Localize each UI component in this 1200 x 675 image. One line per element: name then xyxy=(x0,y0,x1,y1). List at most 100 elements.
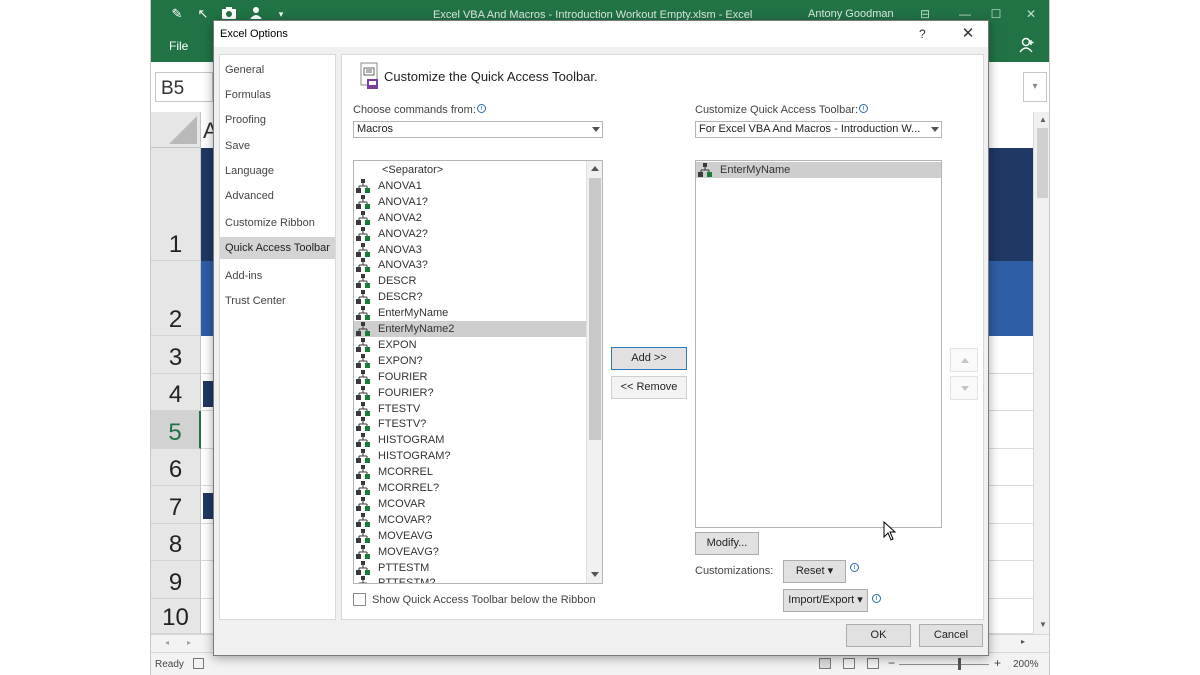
hscroll-right-icon[interactable]: ▸ xyxy=(1021,637,1025,646)
command-list-item[interactable]: EXPON? xyxy=(354,353,586,369)
commands-scroll-thumb[interactable] xyxy=(589,178,601,440)
row-header[interactable]: 7 xyxy=(151,486,201,524)
nav-item-formulas[interactable]: Formulas xyxy=(220,84,335,106)
nav-item-quick-access-toolbar[interactable]: Quick Access Toolbar xyxy=(220,237,335,259)
command-list-item[interactable]: HISTOGRAM? xyxy=(354,448,586,464)
command-list-item[interactable]: HISTOGRAM xyxy=(354,432,586,448)
row-header[interactable]: 6 xyxy=(151,449,201,486)
show-below-ribbon-checkbox[interactable] xyxy=(353,593,366,606)
command-list-item[interactable]: FTESTV xyxy=(354,401,586,417)
formula-bar-expand-icon[interactable]: ▾ xyxy=(1023,72,1047,102)
name-box[interactable]: B5 xyxy=(155,72,213,102)
command-list-item[interactable]: ANOVA1? xyxy=(354,194,586,210)
nav-item-language[interactable]: Language xyxy=(220,160,335,182)
nav-item-advanced[interactable]: Advanced xyxy=(220,185,335,207)
qat-commands-list[interactable]: EnterMyName xyxy=(695,160,942,528)
commands-scrollbar[interactable] xyxy=(586,161,602,583)
page-layout-view-icon[interactable] xyxy=(843,658,855,669)
remove-button[interactable]: << Remove xyxy=(611,376,687,399)
row-header[interactable]: 3 xyxy=(151,336,201,374)
share-person-icon[interactable] xyxy=(1019,37,1037,55)
zoom-slider[interactable] xyxy=(899,664,989,665)
user-name[interactable]: Antony Goodman xyxy=(808,8,894,20)
brush-icon[interactable]: ✎ xyxy=(169,6,185,22)
page-break-view-icon[interactable] xyxy=(867,658,879,669)
command-list-item[interactable]: EnterMyName xyxy=(354,305,586,321)
row-header[interactable]: 1 xyxy=(151,148,201,261)
info-icon[interactable]: i xyxy=(850,563,859,572)
command-list-item[interactable]: PTTESTM? xyxy=(354,575,586,583)
command-list-item[interactable]: MCORREL xyxy=(354,464,586,480)
show-below-ribbon-label[interactable]: Show Quick Access Toolbar below the Ribb… xyxy=(372,594,596,606)
sheet-next-icon[interactable]: ▸ xyxy=(187,638,191,647)
command-list-item[interactable]: ANOVA3? xyxy=(354,257,586,273)
choose-commands-dropdown[interactable]: Macros xyxy=(353,121,603,138)
qat-list-item[interactable]: EnterMyName xyxy=(696,162,941,178)
command-list-item[interactable]: ANOVA1 xyxy=(354,178,586,194)
row-header[interactable]: 9 xyxy=(151,561,201,599)
command-list-item[interactable]: FOURIER xyxy=(354,369,586,385)
maximize-icon[interactable]: ☐ xyxy=(987,5,1005,23)
zoom-out-icon[interactable]: − xyxy=(888,656,895,670)
row-header[interactable]: 8 xyxy=(151,524,201,561)
help-icon[interactable]: ? xyxy=(919,27,926,41)
command-list-item[interactable]: ANOVA3 xyxy=(354,242,586,258)
scroll-down-icon[interactable] xyxy=(591,572,599,577)
row-header[interactable]: 10 xyxy=(151,599,201,634)
zoom-in-icon[interactable]: + xyxy=(994,656,1001,670)
info-icon[interactable]: i xyxy=(476,104,486,113)
row-header[interactable]: 4 xyxy=(151,374,201,411)
command-list-item[interactable]: ANOVA2? xyxy=(354,226,586,242)
info-icon[interactable]: i xyxy=(872,594,881,603)
command-list-item[interactable]: MCORREL? xyxy=(354,480,586,496)
command-list-item[interactable]: FOURIER? xyxy=(354,385,586,401)
nav-item-proofing[interactable]: Proofing xyxy=(220,109,335,131)
info-icon[interactable]: i xyxy=(859,104,869,113)
customize-qat-dropdown[interactable]: For Excel VBA And Macros - Introduction … xyxy=(695,121,942,138)
macro-record-icon[interactable] xyxy=(193,658,204,669)
command-list-item[interactable]: EXPON xyxy=(354,337,586,353)
command-list-item[interactable]: MOVEAVG? xyxy=(354,544,586,560)
normal-view-icon[interactable] xyxy=(819,658,831,669)
command-list-item[interactable]: PTTESTM xyxy=(354,560,586,576)
command-list-item[interactable]: MCOVAR xyxy=(354,496,586,512)
command-list-item[interactable]: DESCR? xyxy=(354,289,586,305)
import-export-button[interactable]: Import/Export ▾ xyxy=(783,589,868,612)
move-up-button[interactable] xyxy=(950,348,978,372)
command-list-item[interactable]: <Separator> xyxy=(354,162,586,178)
row-header[interactable]: 5 xyxy=(151,411,201,449)
commands-list[interactable]: <Separator> ANOVA1 ANOVA1? ANOVA2 ANOVA2? ANO… xyxy=(353,160,603,584)
vertical-scrollbar[interactable]: ▲ ▼ xyxy=(1033,112,1049,634)
file-tab[interactable]: File xyxy=(169,39,188,53)
nav-item-add-ins[interactable]: Add-ins xyxy=(220,265,335,287)
scroll-up-icon[interactable] xyxy=(591,166,599,171)
command-list-item[interactable]: ANOVA2 xyxy=(354,210,586,226)
add-button[interactable]: Add >> xyxy=(611,347,687,370)
scroll-up-icon[interactable]: ▲ xyxy=(1034,115,1049,124)
zoom-slider-knob[interactable] xyxy=(958,658,961,670)
close-window-icon[interactable]: ✕ xyxy=(1022,5,1040,23)
pointer-icon[interactable]: ↖ xyxy=(195,6,211,22)
scroll-thumb[interactable] xyxy=(1037,128,1048,198)
row-header[interactable]: 2 xyxy=(151,261,201,336)
select-all-corner[interactable] xyxy=(151,112,201,148)
nav-item-general[interactable]: General xyxy=(220,59,335,81)
nav-item-save[interactable]: Save xyxy=(220,135,335,157)
command-list-item[interactable]: MOVEAVG xyxy=(354,528,586,544)
cancel-button[interactable]: Cancel xyxy=(919,624,983,647)
modify-button[interactable]: Modify... xyxy=(695,532,759,555)
sheet-prev-icon[interactable]: ◂ xyxy=(165,638,169,647)
ok-button[interactable]: OK xyxy=(846,624,911,647)
nav-item-trust-center[interactable]: Trust Center xyxy=(220,290,335,312)
command-list-item[interactable]: EnterMyName2 xyxy=(354,321,586,337)
close-icon[interactable]: ✕ xyxy=(958,24,978,44)
dialog-title-bar[interactable]: Excel Options ? ✕ xyxy=(214,21,988,47)
reset-button[interactable]: Reset ▾ xyxy=(783,560,846,583)
nav-item-customize-ribbon[interactable]: Customize Ribbon xyxy=(220,212,335,234)
zoom-level[interactable]: 200% xyxy=(1013,659,1039,670)
scroll-down-icon[interactable]: ▼ xyxy=(1034,620,1049,629)
command-list-item[interactable]: DESCR xyxy=(354,273,586,289)
move-down-button[interactable] xyxy=(950,376,978,400)
command-list-item[interactable]: MCOVAR? xyxy=(354,512,586,528)
command-list-item[interactable]: FTESTV? xyxy=(354,416,586,432)
